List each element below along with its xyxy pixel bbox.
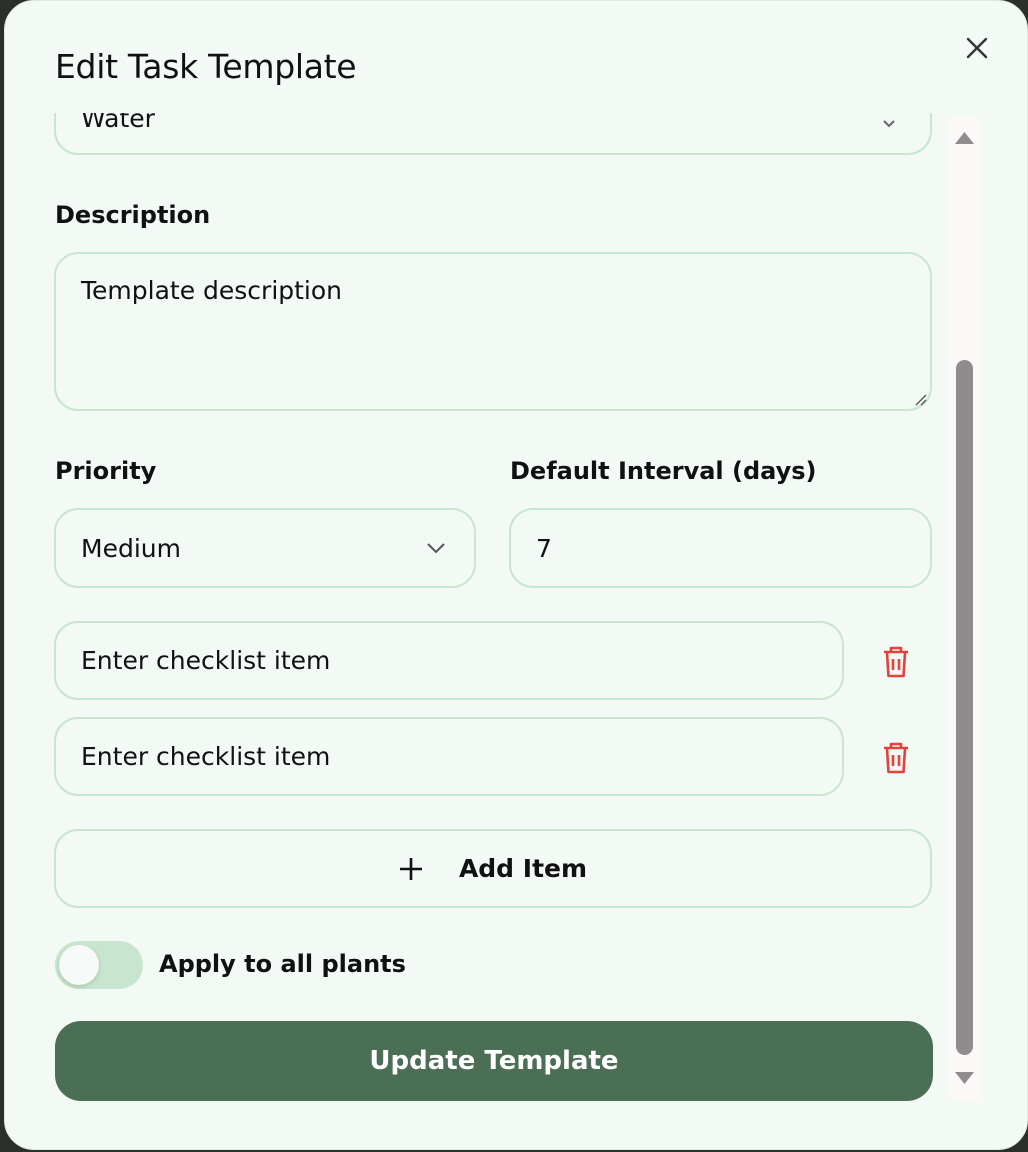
task-type-value: Water	[81, 113, 155, 133]
description-placeholder: Template description	[81, 276, 343, 305]
scroll-down-arrow-icon[interactable]	[954, 1071, 975, 1085]
chevron-down-icon	[427, 543, 445, 554]
toggle-knob	[59, 945, 99, 985]
apply-all-label: Apply to all plants	[159, 950, 406, 978]
update-template-button[interactable]: Update Template	[55, 1021, 933, 1101]
description-label: Description	[55, 201, 211, 229]
dialog-title: Edit Task Template	[55, 47, 357, 86]
edit-task-template-dialog: Edit Task Template Water Description Tem…	[4, 0, 1028, 1150]
interval-label: Default Interval (days)	[510, 457, 817, 485]
checklist-item-input[interactable]: Enter checklist item	[54, 621, 844, 700]
plus-icon	[399, 857, 422, 880]
trash-icon[interactable]	[880, 740, 912, 776]
interval-value: 7	[536, 533, 552, 563]
priority-select[interactable]: Medium	[54, 508, 476, 588]
scroll-up-arrow-icon[interactable]	[954, 131, 975, 145]
add-item-label: Add Item	[458, 854, 588, 883]
trash-icon[interactable]	[880, 644, 912, 680]
close-icon	[966, 37, 988, 59]
scrollbar[interactable]	[948, 117, 981, 1101]
task-type-select[interactable]: Water	[54, 113, 932, 155]
checklist-item-input[interactable]: Enter checklist item	[54, 717, 844, 796]
scrollbar-thumb[interactable]	[956, 360, 973, 1055]
close-button[interactable]	[960, 31, 994, 65]
chevron-down-icon	[883, 120, 895, 128]
interval-input[interactable]: 7	[509, 508, 932, 588]
checklist-item-placeholder: Enter checklist item	[81, 742, 331, 771]
add-item-button[interactable]: Add Item	[54, 829, 932, 908]
description-textarea[interactable]: Template description	[54, 252, 932, 411]
priority-value: Medium	[81, 533, 181, 563]
apply-all-toggle[interactable]	[55, 941, 143, 989]
resize-handle-icon[interactable]	[913, 392, 927, 406]
priority-label: Priority	[55, 457, 157, 485]
checklist-item-placeholder: Enter checklist item	[81, 646, 331, 675]
